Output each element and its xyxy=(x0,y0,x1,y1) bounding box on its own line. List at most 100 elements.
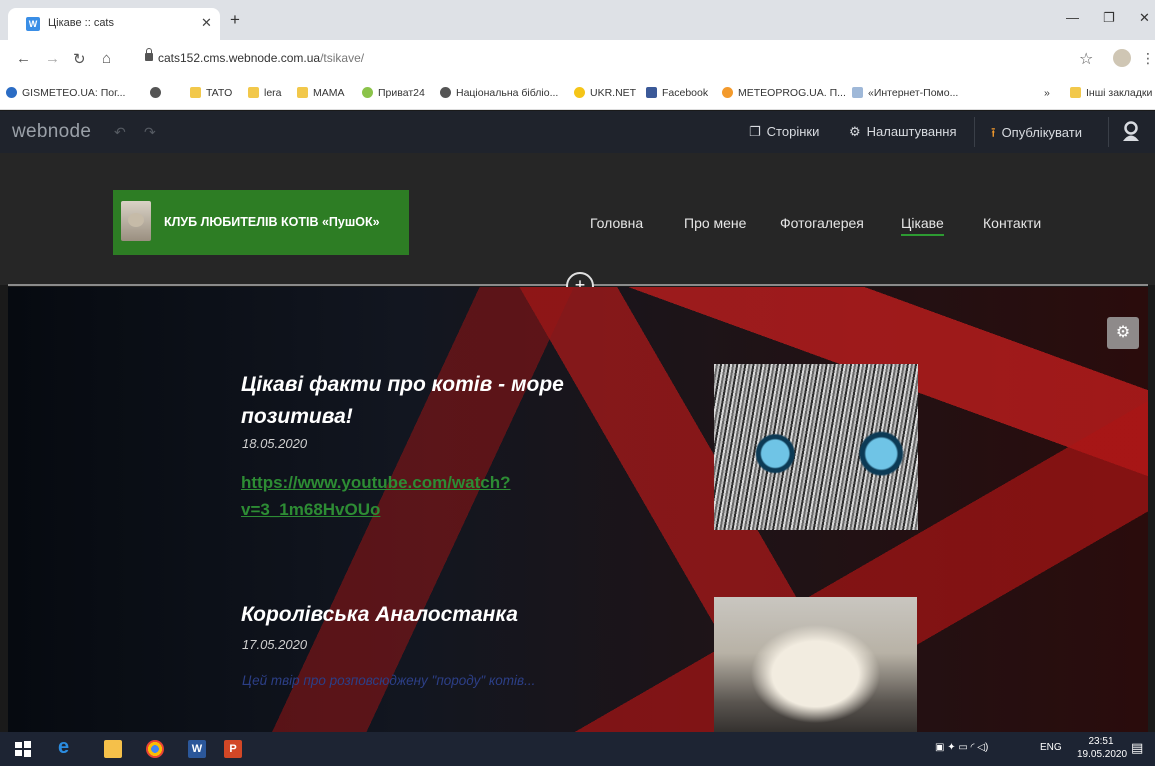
folder-icon xyxy=(248,87,259,98)
post-excerpt[interactable]: Цей твір про розповсюджену "породу" коті… xyxy=(242,673,535,688)
site-logo[interactable]: КЛУБ ЛЮБИТЕЛІВ КОТІВ «ПушОК» xyxy=(113,190,409,255)
post-title[interactable]: Королівська Аналостанка xyxy=(241,599,518,631)
gismeteo-icon xyxy=(6,87,17,98)
webnode-favicon-icon: W xyxy=(26,17,40,31)
settings-button[interactable]: ⚙ Налаштування xyxy=(849,124,957,140)
bookmarks-bar: GISMETEO.UA: Пог... TATO lera MAMA Прива… xyxy=(0,78,1155,110)
edge-browser-icon[interactable]: e xyxy=(58,736,76,758)
bookmark-label: Інші закладки xyxy=(1086,87,1153,99)
bookmark-item[interactable]: MAMA xyxy=(297,87,345,99)
chrome-icon[interactable] xyxy=(146,740,164,758)
facebook-icon xyxy=(646,87,657,98)
post-title[interactable]: Цікаві факти про котів - море позитива! xyxy=(241,369,564,433)
url-path: /tsikave/ xyxy=(320,51,365,65)
bookmark-item[interactable]: UKR.NET xyxy=(574,87,636,99)
publish-button[interactable]: ⭱ Опублікувати xyxy=(991,124,1082,146)
menu-item-contacts[interactable]: Контакти xyxy=(983,215,1041,231)
bookmarks-more-icon[interactable]: » xyxy=(1044,87,1050,99)
publish-label: Опублікувати xyxy=(1001,125,1082,140)
undo-icon[interactable]: ↶ xyxy=(114,124,126,141)
tab-title: Цікаве :: cats xyxy=(48,17,114,29)
menu-item-about[interactable]: Про мене xyxy=(684,215,746,231)
bookmark-item[interactable]: lera xyxy=(248,87,282,99)
bookmark-label: Facebook xyxy=(662,87,709,99)
bookmark-star-icon[interactable]: ☆ xyxy=(1079,49,1093,69)
restore-icon[interactable]: ❐ xyxy=(1103,10,1115,26)
browser-tab[interactable]: W Цікаве :: cats ✕ xyxy=(8,8,220,40)
clock-time: 23:51 xyxy=(1088,736,1114,747)
bookmark-item[interactable]: Приват24 xyxy=(362,87,425,99)
white-cat-image[interactable] xyxy=(714,597,917,732)
folder-icon xyxy=(190,87,201,98)
globe-icon xyxy=(150,87,161,98)
ukrnet-icon xyxy=(574,87,585,98)
notifications-icon[interactable]: ▤ xyxy=(1131,740,1143,756)
tray-icons[interactable]: ▣ ✦ ▭ ◜ ◁) xyxy=(935,742,988,753)
privat24-icon xyxy=(362,87,373,98)
windows-taskbar: e W P ▣ ✦ ▭ ◜ ◁) ENG 23:51 19.05.2020 ▤ xyxy=(0,732,1155,766)
bookmark-label: METEOPROG.UA. П... xyxy=(738,87,846,99)
back-arrow-icon[interactable]: ← xyxy=(16,50,31,67)
post-title-line: Цікаві факти про котів - море xyxy=(241,373,564,396)
powerpoint-icon[interactable]: P xyxy=(224,740,242,758)
profile-avatar[interactable] xyxy=(1113,49,1131,67)
cat-logo-image xyxy=(121,201,151,241)
bookmark-item[interactable] xyxy=(150,87,166,99)
bookmark-label: Приват24 xyxy=(378,87,425,99)
settings-label: Налаштування xyxy=(866,124,957,139)
site-logo-text: КЛУБ ЛЮБИТЕЛІВ КОТІВ «ПушОК» xyxy=(164,215,380,229)
bookmark-label: GISMETEO.UA: Пог... xyxy=(22,87,126,99)
folder-icon xyxy=(1070,87,1081,98)
toolbar-divider xyxy=(1108,117,1109,147)
meteoprog-icon xyxy=(722,87,733,98)
bookmark-item[interactable]: «Интернет-Помо... xyxy=(852,87,958,99)
forward-arrow-icon[interactable]: → xyxy=(45,50,60,67)
tab-close-icon[interactable]: ✕ xyxy=(201,15,212,31)
reload-icon[interactable]: ↻ xyxy=(73,50,86,68)
webnode-editor-bar: webnode ↶ ↷ ❐ Сторінки ⚙ Налаштування ⭱ Опу… xyxy=(0,111,1155,153)
minimize-icon[interactable]: — xyxy=(1066,10,1079,25)
post-date: 18.05.2020 xyxy=(242,436,308,451)
cat-eyes-image[interactable] xyxy=(714,364,918,530)
youtube-link[interactable]: https://www.youtube.com/watch? v=3_1m68H… xyxy=(241,469,511,523)
url-field[interactable]: cats152.cms.webnode.com.ua/tsikave/ xyxy=(158,51,364,65)
bookmark-item[interactable]: Facebook xyxy=(646,87,708,99)
blog-section: ⚙ Цікаві факти про котів - море позитива… xyxy=(8,287,1148,732)
bookmark-label: UKR.NET xyxy=(590,87,637,99)
bookmark-label: Національна бібліо... xyxy=(456,87,559,99)
new-tab-plus-icon[interactable]: + xyxy=(230,10,240,30)
toolbar-divider xyxy=(974,117,975,147)
windows-start-icon[interactable] xyxy=(14,740,32,758)
lock-icon[interactable] xyxy=(145,48,153,61)
url-host: cats152.cms.webnode.com.ua xyxy=(158,51,321,65)
bookmark-item[interactable]: Національна бібліо... xyxy=(440,87,558,99)
file-explorer-icon[interactable] xyxy=(104,740,122,758)
menu-item-home[interactable]: Головна xyxy=(590,215,643,231)
browser-menu-icon[interactable]: ⋮ xyxy=(1141,50,1155,67)
post-date: 17.05.2020 xyxy=(242,637,308,652)
bookmark-item[interactable]: GISMETEO.UA: Пог... xyxy=(6,87,125,99)
word-icon[interactable]: W xyxy=(188,740,206,758)
bookmark-item[interactable]: TATO xyxy=(190,87,232,99)
user-account-icon[interactable] xyxy=(1122,121,1140,141)
redo-icon[interactable]: ↷ xyxy=(144,124,156,141)
globe-icon xyxy=(440,87,451,98)
menu-item-interesting[interactable]: Цікаве xyxy=(901,215,944,236)
bookmark-label: lera xyxy=(264,87,282,99)
language-indicator[interactable]: ENG xyxy=(1040,742,1062,753)
site-header: КЛУБ ЛЮБИТЕЛІВ КОТІВ «ПушОК» Головна Про… xyxy=(0,153,1155,285)
link-line: v=3_1m68HvOUo xyxy=(241,500,381,519)
close-window-icon[interactable]: ✕ xyxy=(1139,10,1150,26)
page-icon xyxy=(852,87,863,98)
menu-item-gallery[interactable]: Фотогалерея xyxy=(780,215,864,231)
address-bar-row: ← → ↻ ⌂ cats152.cms.webnode.com.ua/tsika… xyxy=(0,40,1155,78)
webnode-logo[interactable]: webnode xyxy=(12,121,91,143)
other-bookmarks[interactable]: Інші закладки xyxy=(1070,87,1152,99)
pages-icon: ❐ xyxy=(749,124,761,139)
section-settings-gear-icon[interactable]: ⚙ xyxy=(1107,317,1139,349)
pages-button[interactable]: ❐ Сторінки xyxy=(749,124,819,140)
bookmark-item[interactable]: METEOPROG.UA. П... xyxy=(722,87,846,99)
home-icon[interactable]: ⌂ xyxy=(102,50,111,67)
bookmark-label: «Интернет-Помо... xyxy=(868,87,959,99)
system-clock[interactable]: 23:51 19.05.2020 xyxy=(1077,735,1127,761)
